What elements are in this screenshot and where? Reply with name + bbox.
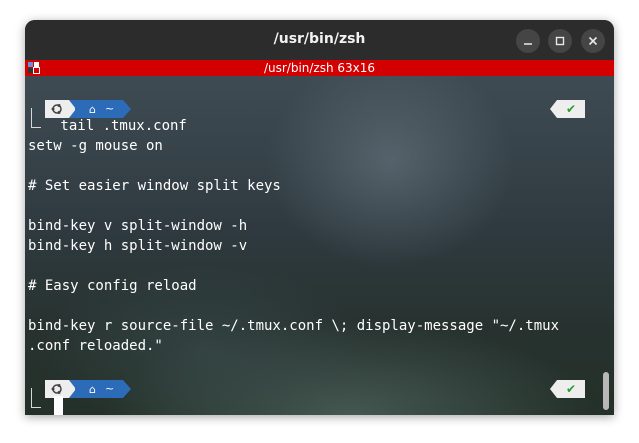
output-line: setw -g mouse on bbox=[28, 138, 163, 154]
output-line: bind-key r source-file ~/.tmux.conf \; d… bbox=[28, 318, 560, 334]
prompt-separator bbox=[550, 380, 557, 398]
terminal-area[interactable]: ⌂ ~ ✔ tail .tmux.conf setw -g mouse on #… bbox=[25, 76, 614, 415]
output-line: bind-key v split-window -h bbox=[28, 218, 248, 234]
terminal-output: tail .tmux.conf setw -g mouse on # Set e… bbox=[28, 76, 559, 356]
output-line: # Set easier window split keys bbox=[28, 178, 281, 194]
output-line: .conf reloaded." bbox=[28, 338, 163, 354]
home-icon: ⌂ bbox=[89, 383, 96, 396]
prompt-dir: ~ bbox=[105, 382, 115, 395]
output-line: # Easy config reload bbox=[28, 278, 197, 294]
maximize-icon bbox=[555, 36, 565, 46]
maximize-button[interactable] bbox=[548, 29, 572, 53]
prompt-separator bbox=[550, 100, 557, 118]
prompt-frame bbox=[31, 388, 41, 408]
close-button[interactable] bbox=[581, 29, 605, 53]
prompt-dir-segment: ⌂ ~ bbox=[75, 380, 123, 398]
title-bar[interactable]: /usr/bin/zsh bbox=[25, 20, 614, 60]
text-cursor bbox=[54, 396, 63, 415]
scrollbar-thumb[interactable] bbox=[603, 372, 609, 410]
prompt-status-ok: ✔ bbox=[557, 100, 585, 118]
prompt-status-ok: ✔ bbox=[557, 380, 585, 398]
minimize-icon bbox=[524, 43, 532, 45]
terminal-window: /usr/bin/zsh /usr/bin/zsh 63x16 ⌂ ~ ✔ ta… bbox=[25, 20, 614, 415]
output-line: bind-key h split-window -v bbox=[28, 238, 248, 254]
tmux-status-bar: /usr/bin/zsh 63x16 bbox=[25, 60, 614, 76]
close-icon bbox=[588, 36, 598, 46]
minimize-button[interactable] bbox=[516, 29, 540, 53]
command-line: tail .tmux.conf bbox=[52, 118, 187, 134]
tmux-pane-title: /usr/bin/zsh 63x16 bbox=[263, 61, 376, 75]
prompt-separator bbox=[123, 380, 131, 398]
